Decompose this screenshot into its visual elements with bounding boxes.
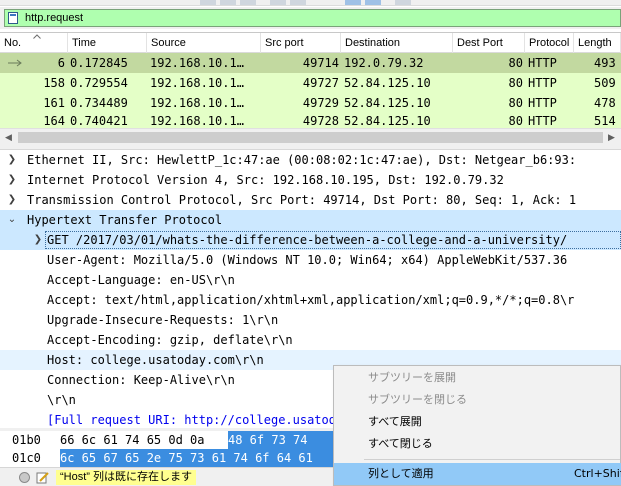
toolbar-button[interactable] <box>345 0 361 5</box>
cell-length: 493 <box>594 56 616 70</box>
expert-info-icon[interactable] <box>18 471 31 484</box>
cell-source: 192.168.10.1… <box>150 56 244 70</box>
byte-hex-selected: 48 6f 73 74 <box>228 431 334 449</box>
cell-length: 509 <box>594 76 616 90</box>
context-menu: サブツリーを展開 サブツリーを閉じる すべて展開 すべて閉じる 列として適用 C… <box>333 365 621 486</box>
byte-row[interactable]: 01b0 66 6c 61 74 65 0d 0a 48 6f 73 74 <box>0 431 334 449</box>
tree-item-accept[interactable]: Accept: text/html,application/xhtml+xml,… <box>0 290 621 310</box>
expand-arrow-icon[interactable]: ❯ <box>6 150 18 170</box>
cell-no: 6 <box>57 56 65 70</box>
packet-row[interactable]: 6 0.172845 192.168.10.1… 49714 192.0.79.… <box>0 53 621 73</box>
cell-src-port: 49714 <box>302 56 339 70</box>
column-header-source[interactable]: Source <box>147 33 261 53</box>
cell-length: 514 <box>594 114 616 128</box>
toolbar-button[interactable] <box>220 0 236 5</box>
cell-no: 158 <box>43 76 65 90</box>
cell-dest-port: 80 <box>508 96 523 110</box>
toolbar-button[interactable] <box>290 0 306 5</box>
toolbar-button[interactable] <box>395 0 411 5</box>
filter-text: http.request <box>25 12 84 24</box>
tree-item-ethernet[interactable]: ❯ Ethernet II, Src: HewlettP_1c:47:ae (0… <box>0 150 621 170</box>
cell-protocol: HTTP <box>528 76 557 90</box>
column-header-protocol[interactable]: Protocol <box>525 33 574 53</box>
cell-destination: 52.84.125.10 <box>344 114 431 128</box>
cell-source: 192.168.10.1… <box>150 114 244 128</box>
scroll-right-icon[interactable]: ▶ <box>608 132 615 143</box>
menu-item-expand-all[interactable]: すべて展開 <box>334 411 621 433</box>
status-message: “Host” 列は既に存在します <box>56 470 196 485</box>
sort-ascending-icon <box>33 34 41 39</box>
toolbar-button[interactable] <box>200 0 216 5</box>
tree-item-http[interactable]: ⌄ Hypertext Transfer Protocol <box>0 210 621 230</box>
byte-row[interactable]: 01c0 6c 65 67 65 2e 75 73 61 74 6f 64 61 <box>0 449 334 467</box>
column-header-length[interactable]: Length <box>574 33 621 53</box>
cell-time: 0.729554 <box>70 76 128 90</box>
packet-bytes-pane[interactable]: 01b0 66 6c 61 74 65 0d 0a 48 6f 73 74 01… <box>0 431 334 467</box>
packet-row[interactable]: 164 0.740421 192.168.10.1… 49728 52.84.1… <box>0 113 621 129</box>
column-header-time[interactable]: Time <box>68 33 147 53</box>
menu-shortcut: Ctrl+Shift <box>574 467 621 480</box>
display-filter-bar: http.request <box>0 7 621 29</box>
cell-no: 164 <box>43 114 65 128</box>
column-header-dest-port[interactable]: Dest Port <box>453 33 525 53</box>
packet-row[interactable]: 161 0.734489 192.168.10.1… 49729 52.84.1… <box>0 93 621 113</box>
tree-item-ipv4[interactable]: ❯ Internet Protocol Version 4, Src: 192.… <box>0 170 621 190</box>
tree-item-upgrade-insecure[interactable]: Upgrade-Insecure-Requests: 1\r\n <box>0 310 621 330</box>
tree-item-user-agent[interactable]: User-Agent: Mozilla/5.0 (Windows NT 10.0… <box>0 250 621 270</box>
tree-item-accept-language[interactable]: Accept-Language: en-US\r\n <box>0 270 621 290</box>
scroll-left-icon[interactable]: ◀ <box>5 132 12 143</box>
menu-item-expand-subtree[interactable]: サブツリーを展開 <box>334 367 621 389</box>
display-filter-input[interactable]: http.request <box>4 9 621 27</box>
main-toolbar <box>0 0 621 6</box>
expand-arrow-icon[interactable]: ❯ <box>6 170 18 190</box>
byte-hex: 66 6c 61 74 65 0d 0a <box>60 433 205 447</box>
cell-dest-port: 80 <box>508 114 523 128</box>
cell-destination: 192.0.79.32 <box>344 56 424 70</box>
column-header-destination[interactable]: Destination <box>341 33 453 53</box>
cell-protocol: HTTP <box>528 96 557 110</box>
toolbar-button[interactable] <box>365 0 381 5</box>
scrollbar-thumb[interactable] <box>18 132 603 143</box>
cell-destination: 52.84.125.10 <box>344 76 431 90</box>
cell-length: 478 <box>594 96 616 110</box>
cell-time: 0.172845 <box>70 56 128 70</box>
collapse-arrow-icon[interactable]: ⌄ <box>6 210 18 230</box>
toolbar-button[interactable] <box>270 0 286 5</box>
request-arrow-icon <box>8 59 22 67</box>
cell-protocol: HTTP <box>528 56 557 70</box>
cell-protocol: HTTP <box>528 114 557 128</box>
byte-offset: 01b0 <box>12 433 41 447</box>
cell-time: 0.740421 <box>70 114 128 128</box>
column-header-src-port[interactable]: Src port <box>261 33 341 53</box>
cell-destination: 52.84.125.10 <box>344 96 431 110</box>
toolbar-button[interactable] <box>240 0 256 5</box>
bookmark-icon[interactable] <box>8 12 18 24</box>
packet-list-scrollbar[interactable]: ◀ ▶ <box>0 128 621 145</box>
byte-hex-selected: 6c 65 67 65 2e 75 73 61 74 6f 64 61 <box>60 449 334 467</box>
tree-item-http-get[interactable]: ❯ GET /2017/03/01/whats-the-difference-b… <box>0 230 621 250</box>
menu-separator <box>364 459 620 460</box>
edit-comment-icon[interactable] <box>36 471 49 484</box>
cell-time: 0.734489 <box>70 96 128 110</box>
tree-item-tcp[interactable]: ❯ Transmission Control Protocol, Src Por… <box>0 190 621 210</box>
cell-source: 192.168.10.1… <box>150 96 244 110</box>
cell-dest-port: 80 <box>508 76 523 90</box>
expand-arrow-icon[interactable]: ❯ <box>32 230 44 250</box>
cell-no: 161 <box>43 96 65 110</box>
cell-src-port: 49729 <box>302 96 339 110</box>
cell-dest-port: 80 <box>508 56 523 70</box>
menu-item-collapse-all[interactable]: すべて閉じる <box>334 433 621 455</box>
menu-item-apply-as-column[interactable]: 列として適用 Ctrl+Shift <box>334 463 621 485</box>
tree-item-accept-encoding[interactable]: Accept-Encoding: gzip, deflate\r\n <box>0 330 621 350</box>
cell-src-port: 49727 <box>302 76 339 90</box>
cell-src-port: 49728 <box>302 114 339 128</box>
cell-source: 192.168.10.1… <box>150 76 244 90</box>
byte-offset: 01c0 <box>12 451 41 465</box>
menu-item-collapse-subtree[interactable]: サブツリーを閉じる <box>334 389 621 411</box>
expand-arrow-icon[interactable]: ❯ <box>6 190 18 210</box>
packet-list-header: No. Time Source Src port Destination Des… <box>0 33 621 53</box>
packet-row[interactable]: 158 0.729554 192.168.10.1… 49727 52.84.1… <box>0 73 621 93</box>
